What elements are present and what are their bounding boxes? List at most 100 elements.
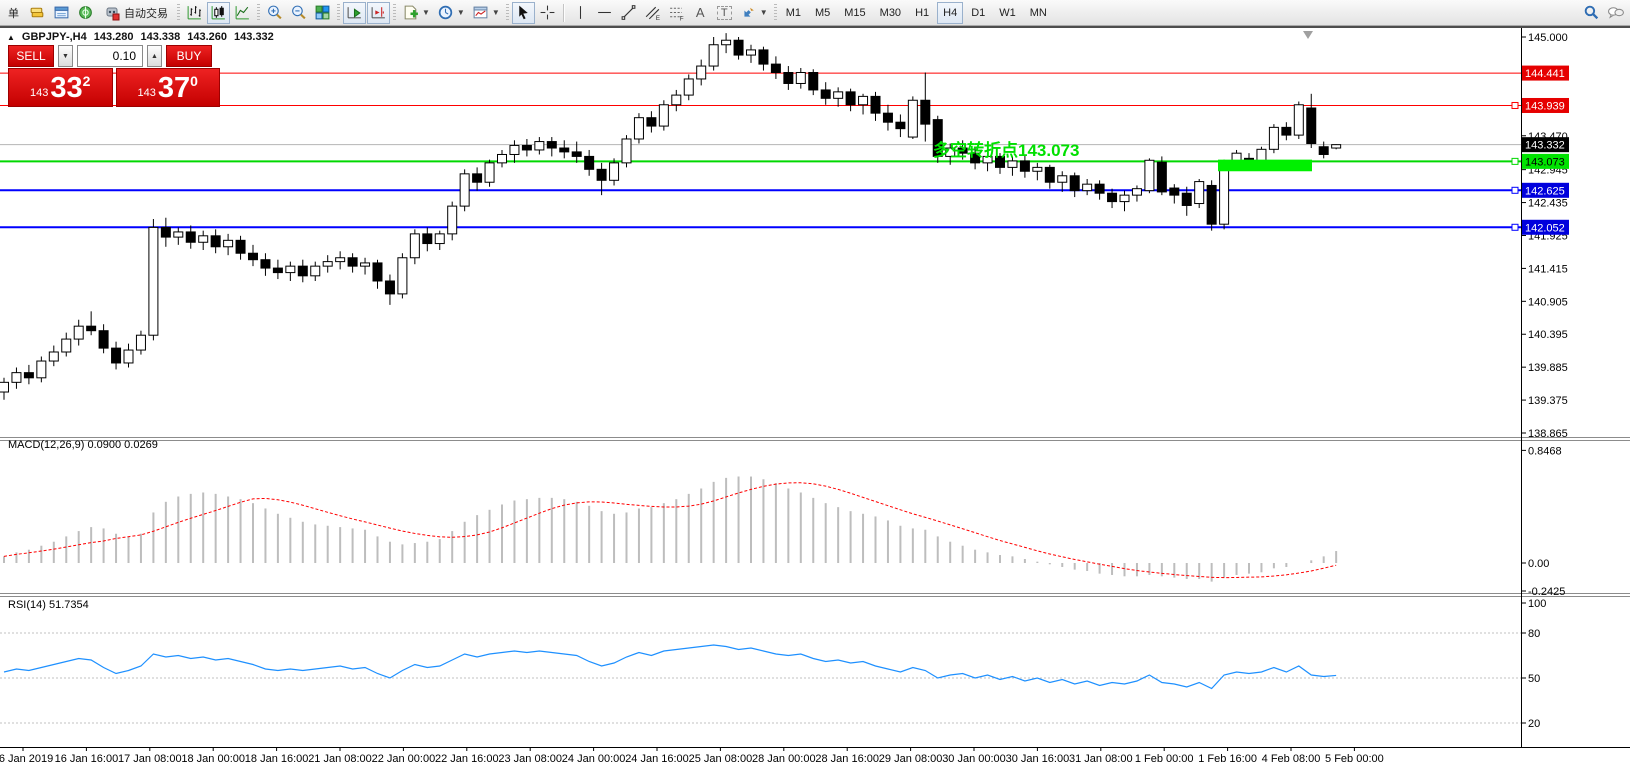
candle-body xyxy=(236,240,245,253)
candle-body xyxy=(647,118,656,126)
candle-body xyxy=(597,169,606,180)
indicators-button[interactable]: ▼ xyxy=(469,2,503,24)
green-box[interactable] xyxy=(1218,160,1312,172)
chart-shift-button[interactable] xyxy=(367,2,390,24)
candle-body xyxy=(1282,127,1291,135)
volume-decrease-button[interactable]: ▼ xyxy=(58,45,73,67)
candle-body xyxy=(149,227,158,335)
price-axis-label: 139.375 xyxy=(1528,395,1568,407)
candle-body xyxy=(759,50,768,64)
candle-body xyxy=(211,236,220,247)
auto-scroll-icon xyxy=(346,4,363,21)
candle-body xyxy=(124,350,133,363)
line-chart-type-button[interactable] xyxy=(231,2,254,24)
channel-tool-button[interactable]: E xyxy=(641,2,664,24)
chat-button[interactable] xyxy=(1604,2,1628,24)
volume-input[interactable] xyxy=(77,45,143,67)
chat-icon xyxy=(1607,4,1625,21)
level-endpoint-handle[interactable] xyxy=(1512,158,1518,164)
level-endpoint-handle[interactable] xyxy=(1512,187,1518,193)
timeframe-d1-button[interactable]: D1 xyxy=(965,2,991,24)
candle-body xyxy=(12,373,21,383)
arrows-tool-button[interactable]: ▼ xyxy=(737,2,771,24)
crosshair-tool-button[interactable] xyxy=(536,2,559,24)
autotrading-label: 自动交易 xyxy=(124,5,168,21)
candle-body xyxy=(373,263,382,281)
time-axis-label: 17 Jan 08:00 xyxy=(118,753,182,765)
toolbar-grip xyxy=(506,4,509,22)
volume-increase-button[interactable]: ▲ xyxy=(147,45,162,67)
candle-body xyxy=(1307,108,1316,144)
periods-button[interactable]: ▼ xyxy=(434,2,468,24)
bar-chart-type-button[interactable] xyxy=(183,2,206,24)
price-flag-label: 144.441 xyxy=(1525,68,1565,80)
text-label-tool-button[interactable]: T xyxy=(713,2,736,24)
vertical-line-tool-button[interactable] xyxy=(569,2,592,24)
timeframe-m15-button[interactable]: M15 xyxy=(838,2,871,24)
timeframe-w1-button[interactable]: W1 xyxy=(993,2,1022,24)
candle-body xyxy=(49,352,58,361)
time-axis-label: 18 Jan 16:00 xyxy=(245,753,309,765)
candlestick-chart-type-button[interactable] xyxy=(207,2,230,24)
zoom-in-button[interactable] xyxy=(263,2,286,24)
horizontal-line-tool-button[interactable] xyxy=(593,2,616,24)
timeframe-mn-button[interactable]: MN xyxy=(1024,2,1053,24)
timeframe-m30-button[interactable]: M30 xyxy=(874,2,907,24)
zoom-out-button[interactable] xyxy=(287,2,310,24)
price-axis-label: 138.865 xyxy=(1528,428,1568,440)
price-axis-label: 140.905 xyxy=(1528,296,1568,308)
candle-body xyxy=(435,234,444,244)
buy-price-button[interactable]: 143 37 0 xyxy=(116,68,221,107)
search-button[interactable] xyxy=(1580,2,1603,24)
pivot-annotation: 多空转折点143.073 xyxy=(933,140,1079,160)
time-axis-label: 29 Jan 08:00 xyxy=(879,753,943,765)
candle-body xyxy=(610,163,619,180)
trendline-tool-button[interactable] xyxy=(617,2,640,24)
market-watch-button[interactable] xyxy=(26,2,49,24)
level-endpoint-handle[interactable] xyxy=(1512,102,1518,108)
time-axis-label: 4 Feb 08:00 xyxy=(1262,753,1321,765)
sell-button[interactable]: SELL xyxy=(8,45,54,67)
candle-body xyxy=(871,96,880,113)
toolbar-grip xyxy=(393,4,396,22)
candle-body xyxy=(535,142,544,150)
candle-body xyxy=(821,90,830,98)
candle-body xyxy=(684,79,693,95)
buy-button[interactable]: BUY xyxy=(166,45,212,67)
autotrading-button[interactable]: 自动交易 xyxy=(98,2,174,24)
toolbar-grip xyxy=(177,4,180,22)
candle-body xyxy=(1058,176,1067,182)
cursor-tool-button[interactable] xyxy=(512,2,535,24)
tile-windows-icon xyxy=(314,4,331,21)
collapse-panel-icon[interactable]: ▲ xyxy=(7,33,15,42)
mt4-window: 单 自动交易 xyxy=(0,0,1630,774)
candle-body xyxy=(1294,105,1303,135)
candle-body xyxy=(448,206,457,234)
candle-body xyxy=(99,331,108,348)
auto-scroll-button[interactable] xyxy=(343,2,366,24)
time-axis-label: 23 Jan 08:00 xyxy=(498,753,562,765)
timeframe-m1-button[interactable]: M1 xyxy=(780,2,807,24)
new-order-button[interactable]: 单 xyxy=(2,2,25,24)
candle-body xyxy=(398,258,407,294)
level-endpoint-handle[interactable] xyxy=(1512,224,1518,230)
candle-body xyxy=(622,139,631,163)
time-axis-label: 1 Feb 16:00 xyxy=(1198,753,1257,765)
templates-button[interactable]: ▼ xyxy=(399,2,433,24)
fibonacci-tool-button[interactable]: F xyxy=(665,2,688,24)
candle-body xyxy=(809,73,818,90)
timeframe-h4-button[interactable]: H4 xyxy=(937,2,963,24)
candle-body xyxy=(1033,167,1042,171)
tile-windows-button[interactable] xyxy=(311,2,334,24)
text-tool-button[interactable]: A xyxy=(689,2,712,24)
timeframe-h1-button[interactable]: H1 xyxy=(909,2,935,24)
candle-body xyxy=(423,234,432,244)
data-window-button[interactable] xyxy=(50,2,73,24)
toolbar-grip xyxy=(337,4,340,22)
sell-price-prefix: 143 xyxy=(30,87,48,99)
timeframe-m5-button[interactable]: M5 xyxy=(809,2,836,24)
candle-body xyxy=(1108,193,1117,201)
sell-price-button[interactable]: 143 33 2 xyxy=(8,68,113,107)
clock-icon xyxy=(437,4,454,21)
navigator-button[interactable] xyxy=(74,2,97,24)
